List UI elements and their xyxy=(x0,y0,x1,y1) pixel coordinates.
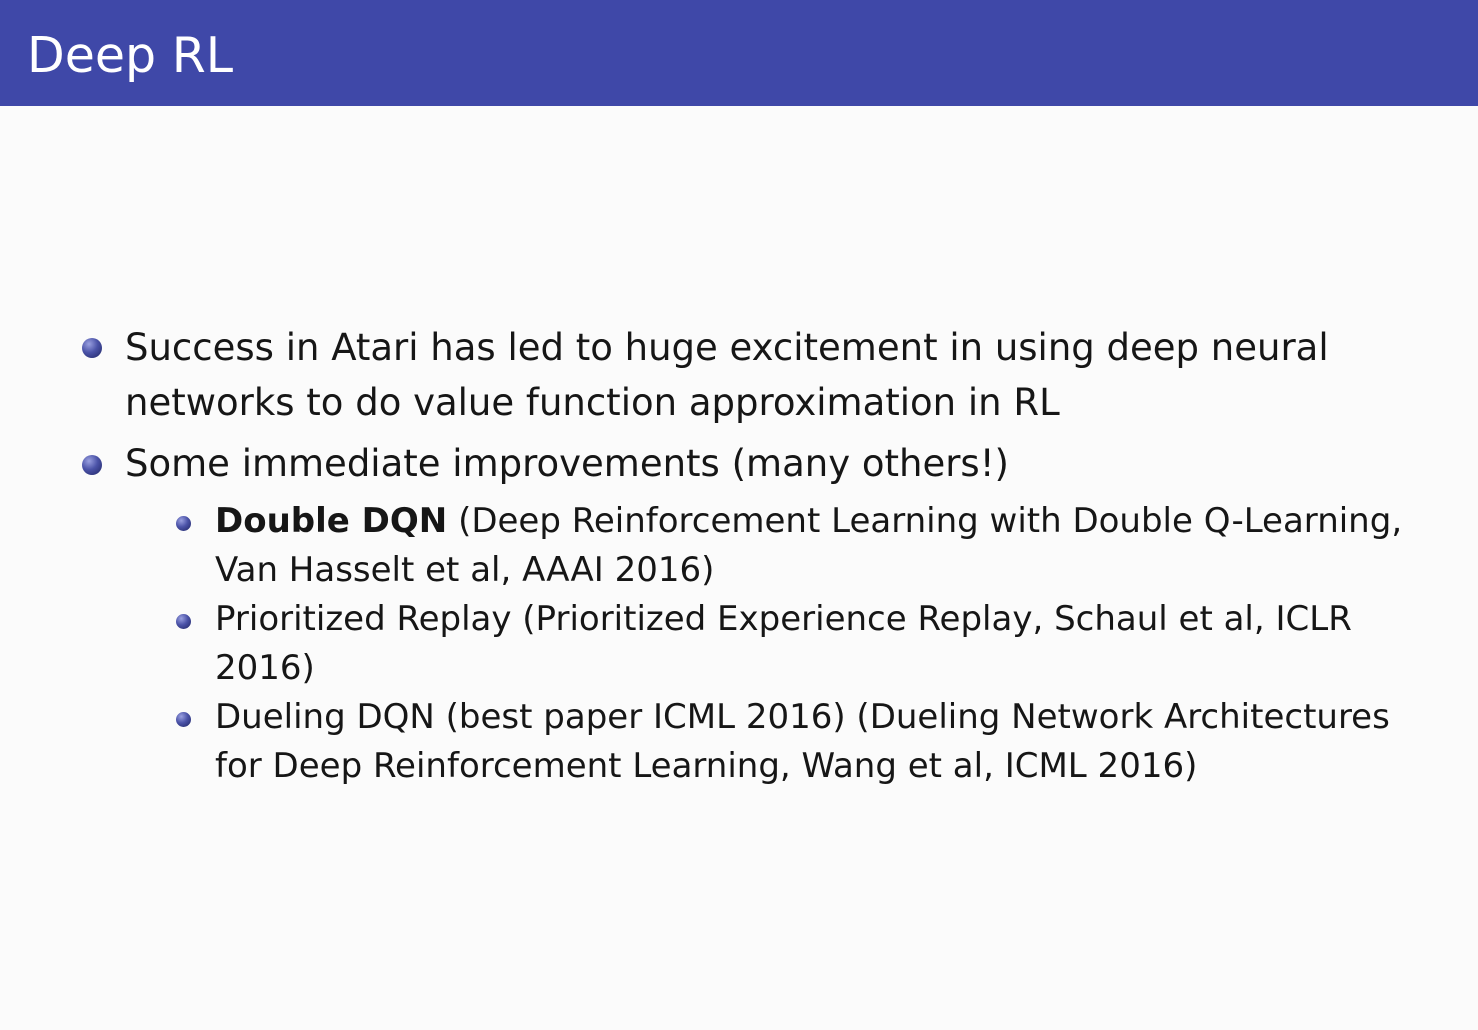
slide-title: Deep RL xyxy=(27,27,234,84)
bullet-line: Success in Atari has led to huge excitem… xyxy=(125,326,1329,369)
sub-bullet-line: Prioritized Replay (Prioritized Experien… xyxy=(215,599,1352,639)
bullet-line: networks to do value function approximat… xyxy=(125,381,1060,424)
sub-bullet-line: Dueling DQN (best paper ICML 2016) (Duel… xyxy=(215,697,1390,737)
double-dqn-citation: (Deep Reinforcement Learning with Double… xyxy=(447,501,1403,541)
bullet-line: Some immediate improvements (many others… xyxy=(125,442,1009,485)
double-dqn-label: Double DQN xyxy=(215,501,448,541)
bullet-item-atari: Success in Atari has led to huge excitem… xyxy=(125,320,1329,430)
sub-bullet-icon xyxy=(176,712,191,727)
sub-bullet-line: Van Hasselt et al, AAAI 2016) xyxy=(215,550,715,590)
sub-bullet-line: for Deep Reinforcement Learning, Wang et… xyxy=(215,746,1198,786)
sub-bullet-prioritized-replay: Prioritized Replay (Prioritized Experien… xyxy=(215,595,1352,693)
bullet-icon xyxy=(82,338,102,358)
sub-bullet-icon xyxy=(176,516,191,531)
sub-bullet-icon xyxy=(176,614,191,629)
slide: Deep RL Success in Atari has led to huge… xyxy=(0,0,1478,1030)
sub-bullet-dueling-dqn: Dueling DQN (best paper ICML 2016) (Duel… xyxy=(215,693,1390,791)
bullet-item-improvements: Some immediate improvements (many others… xyxy=(125,436,1009,491)
sub-bullet-double-dqn: Double DQN (Deep Reinforcement Learning … xyxy=(215,497,1402,595)
sub-bullet-line: 2016) xyxy=(215,648,315,688)
bullet-icon xyxy=(82,455,102,475)
title-bar: Deep RL xyxy=(0,0,1478,106)
